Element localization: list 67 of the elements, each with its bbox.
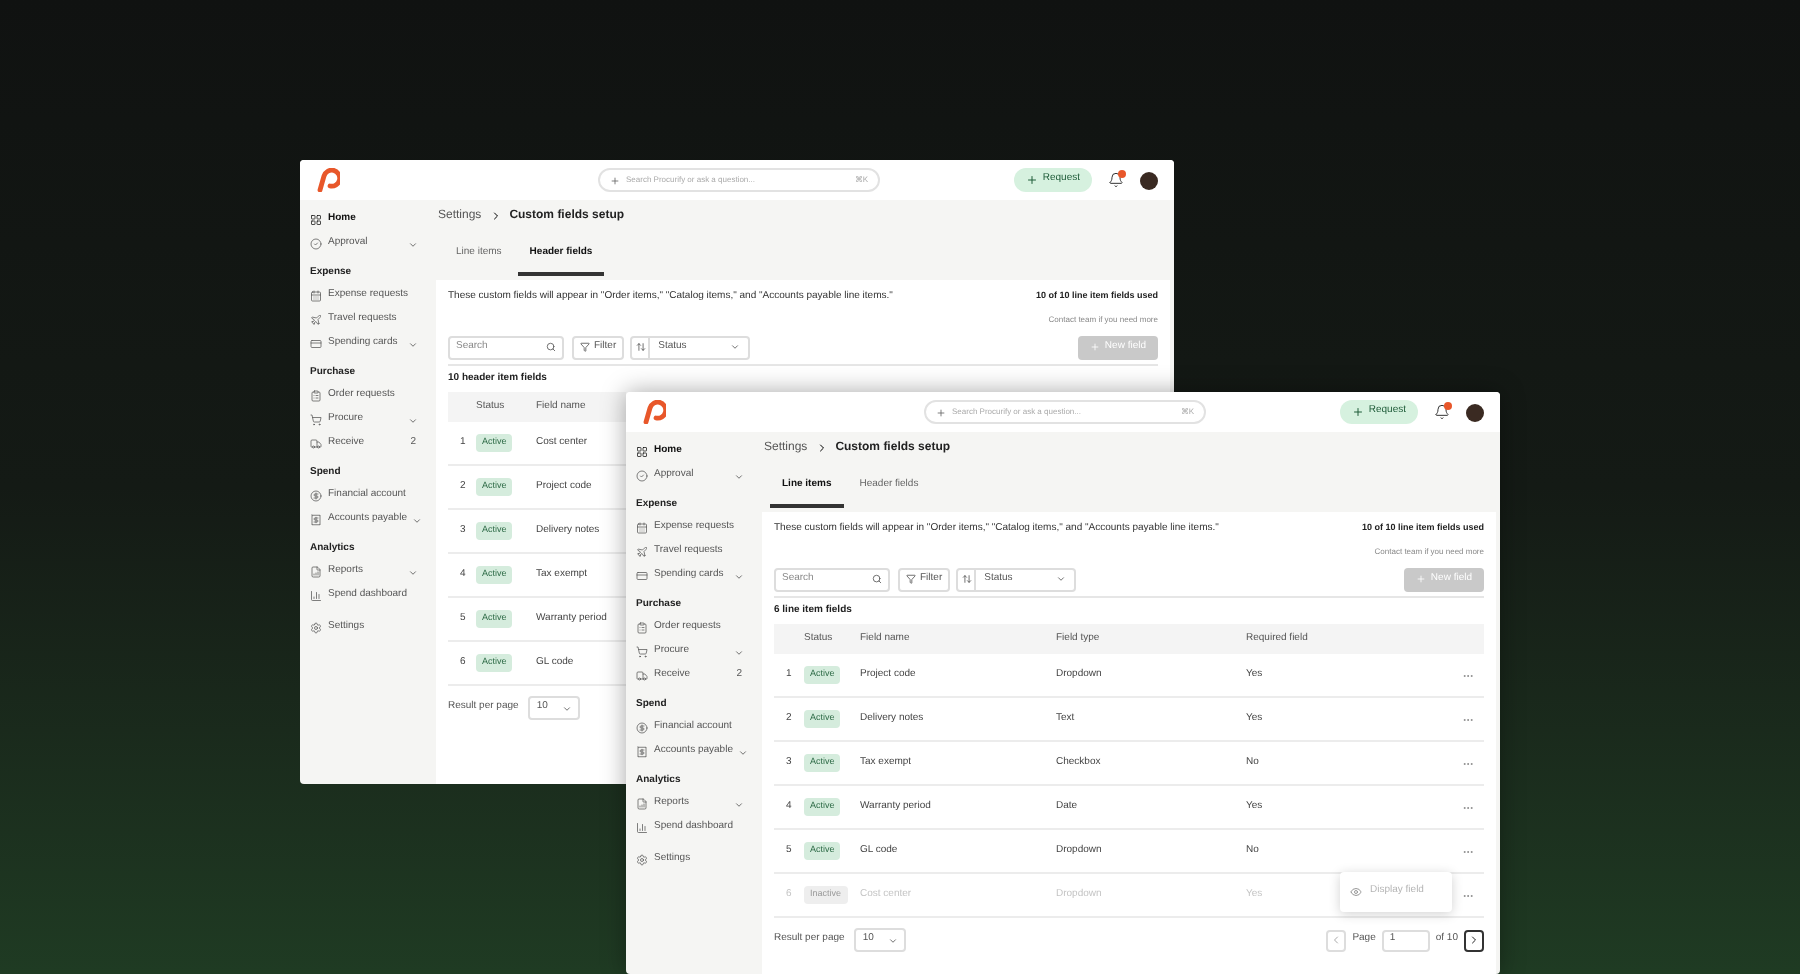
chevron-down-icon xyxy=(888,935,899,945)
chevron-left-icon xyxy=(1330,934,1343,946)
bell-icon[interactable] xyxy=(1108,172,1124,188)
previous-page-button[interactable] xyxy=(1326,929,1347,951)
calendar-icon xyxy=(310,290,322,302)
chevron-down-icon xyxy=(734,799,744,809)
settings-icon xyxy=(636,854,648,866)
receipt-icon xyxy=(310,514,322,526)
logo-icon xyxy=(316,168,340,192)
home-icon xyxy=(636,446,648,458)
report-icon xyxy=(310,566,322,578)
report-icon xyxy=(636,798,648,810)
filter-icon xyxy=(580,342,590,352)
bell-icon[interactable] xyxy=(1434,404,1450,420)
chevron-down-icon xyxy=(408,567,418,577)
plus-icon xyxy=(1090,342,1101,352)
logo-icon xyxy=(642,400,666,424)
chevron-down-icon xyxy=(412,515,423,525)
truck-icon xyxy=(310,438,322,450)
plus-icon xyxy=(1026,174,1039,186)
truck-icon xyxy=(636,670,648,682)
plane-icon xyxy=(636,546,648,558)
chevron-right-icon xyxy=(1468,934,1480,946)
bar-chart-icon xyxy=(636,822,648,834)
chevron-down-icon xyxy=(408,415,418,425)
avatar[interactable] xyxy=(1140,171,1158,189)
card-icon xyxy=(636,570,648,582)
cart-icon xyxy=(310,414,322,426)
avatar[interactable] xyxy=(1466,403,1484,421)
check-circle-icon xyxy=(310,238,322,250)
chevron-down-icon xyxy=(734,571,744,581)
bar-chart-icon xyxy=(310,590,322,602)
chevron-down-icon xyxy=(734,471,744,481)
chevron-down-icon xyxy=(734,647,744,657)
sort-button[interactable] xyxy=(630,335,651,359)
sort-button[interactable] xyxy=(956,567,977,591)
chevron-down-icon xyxy=(730,342,741,352)
eye-icon xyxy=(1350,886,1362,898)
dollar-circle-icon xyxy=(636,722,648,734)
check-circle-icon xyxy=(636,470,648,482)
chevron-down-icon xyxy=(738,747,749,757)
search-icon xyxy=(546,342,556,352)
sort-icon xyxy=(635,342,646,352)
settings-icon xyxy=(310,622,322,634)
plus-icon xyxy=(936,407,946,417)
chevron-right-icon xyxy=(489,210,502,222)
home-icon xyxy=(310,214,322,226)
chevron-down-icon xyxy=(1056,574,1067,584)
filter-icon xyxy=(906,574,916,584)
receipt-icon xyxy=(636,746,648,758)
chevron-right-icon xyxy=(815,442,828,454)
sort-icon xyxy=(961,574,972,584)
calendar-icon xyxy=(636,522,648,534)
clipboard-icon xyxy=(310,390,322,402)
plus-icon xyxy=(610,175,620,185)
next-page-button[interactable] xyxy=(1464,929,1484,951)
search-icon xyxy=(872,574,882,584)
plus-icon xyxy=(1416,574,1427,584)
plane-icon xyxy=(310,314,322,326)
chevron-down-icon xyxy=(562,703,573,713)
cart-icon xyxy=(636,646,648,658)
plus-icon xyxy=(1352,406,1365,418)
dollar-circle-icon xyxy=(310,490,322,502)
chevron-down-icon xyxy=(408,339,418,349)
card-icon xyxy=(310,338,322,350)
chevron-down-icon xyxy=(408,239,418,249)
clipboard-icon xyxy=(636,622,648,634)
